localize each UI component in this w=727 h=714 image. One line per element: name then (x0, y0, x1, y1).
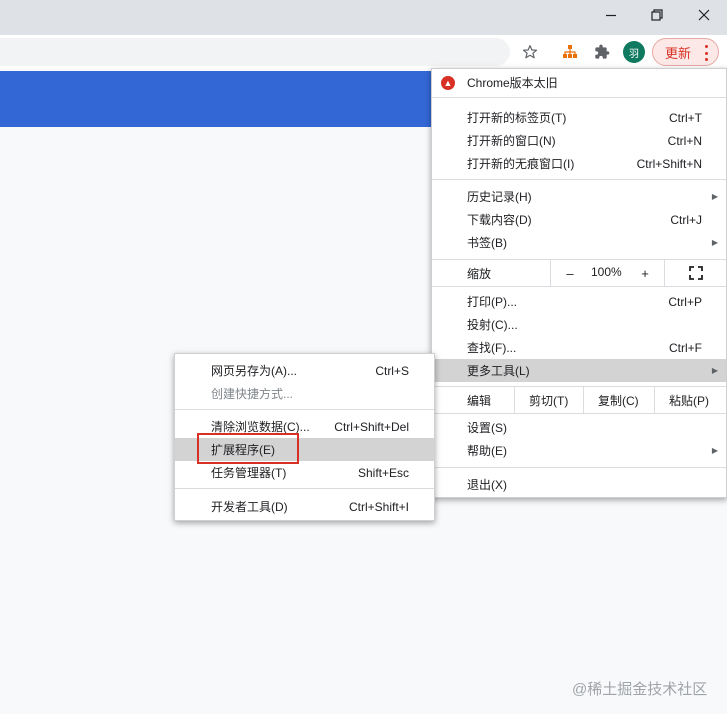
menu-item-label: 查找(F)... (467, 341, 517, 355)
menu-item-more-tools[interactable]: 更多工具(L) ▶ (432, 359, 726, 382)
menu-item-exit[interactable]: 退出(X) (432, 473, 726, 496)
close-window-button[interactable] (681, 0, 727, 30)
close-icon (698, 9, 710, 21)
menu-item-update-chrome[interactable]: ▲ Chrome版本太旧 (432, 71, 726, 94)
puzzle-extensions-icon (595, 44, 610, 59)
restore-button[interactable] (634, 0, 680, 30)
menu-divider (175, 409, 434, 410)
menu-item-label: 退出(X) (467, 478, 507, 492)
menu-item-label: 任务管理器(T) (211, 466, 287, 480)
submenu-arrow-icon: ▶ (711, 366, 718, 375)
submenu-arrow-icon: ▶ (711, 192, 718, 201)
menu-item-label: 帮助(E) (467, 444, 507, 458)
menu-item-label: 打开新的窗口(N) (467, 134, 556, 148)
paste-button[interactable]: 粘贴(P) (669, 392, 709, 409)
menu-divider (432, 179, 726, 180)
kebab-menu-icon (705, 45, 709, 61)
edit-label: 编辑 (467, 394, 492, 408)
menu-item-shortcut: Shift+Esc (357, 465, 409, 480)
menu-item-shortcut: Ctrl+S (375, 363, 409, 378)
menu-item-incognito-window[interactable]: 打开新的无痕窗口(I) Ctrl+Shift+N (432, 152, 726, 175)
update-arrow-icon: ▲ (441, 75, 455, 90)
menu-divider (175, 488, 434, 489)
menu-item-shortcut: Ctrl+F (669, 340, 702, 355)
browser-toolbar: 羽 更新 (0, 35, 727, 69)
menu-item-label: 打开新的无痕窗口(I) (467, 157, 575, 171)
cut-button[interactable]: 剪切(T) (529, 392, 568, 409)
extension-icon (563, 45, 577, 58)
edit-divider (583, 387, 584, 413)
menu-item-label: 历史记录(H) (467, 190, 532, 204)
menu-divider (432, 413, 726, 414)
menu-item-print[interactable]: 打印(P)... Ctrl+P (432, 290, 726, 313)
menu-item-label: 设置(S) (467, 421, 507, 435)
menu-item-label: 打印(P)... (467, 295, 517, 309)
watermark: @稀土掘金技术社区 (572, 681, 708, 698)
menu-item-new-window[interactable]: 打开新的窗口(N) Ctrl+N (432, 129, 726, 152)
menu-item-label: 投射(C)... (467, 318, 518, 332)
restore-icon (651, 9, 663, 21)
highlight-annotation-box (197, 433, 299, 464)
menu-item-label: 网页另存为(A)... (211, 364, 297, 378)
zoom-divider (550, 260, 551, 286)
menu-item-downloads[interactable]: 下载内容(D) Ctrl+J (432, 208, 726, 231)
update-button[interactable]: 更新 (652, 38, 719, 66)
profile-avatar[interactable]: 羽 (623, 41, 645, 63)
menu-divider (432, 97, 726, 98)
bookmark-star-button[interactable] (518, 40, 542, 64)
menu-item-shortcut: Ctrl+Shift+Del (334, 419, 409, 434)
menu-item-help[interactable]: 帮助(E) ▶ (432, 439, 726, 462)
menu-item-label: 书签(B) (467, 236, 507, 250)
extension-button[interactable] (558, 40, 582, 64)
submenu-arrow-icon: ▶ (711, 446, 718, 455)
menu-item-label: Chrome版本太旧 (467, 76, 558, 90)
menu-item-new-tab[interactable]: 打开新的标签页(T) Ctrl+T (432, 106, 726, 129)
zoom-label: 缩放 (467, 267, 492, 281)
menu-zoom-row: 缩放 – 100% + (432, 260, 726, 286)
zoom-out-button[interactable]: – (561, 264, 579, 282)
submenu-item-developer-tools[interactable]: 开发者工具(D) Ctrl+Shift+I (175, 495, 434, 518)
copy-button[interactable]: 复制(C) (598, 392, 639, 409)
menu-item-shortcut: Ctrl+N (667, 133, 702, 148)
edit-divider (654, 387, 655, 413)
address-bar[interactable] (0, 38, 510, 66)
menu-item-shortcut: Ctrl+Shift+N (636, 156, 702, 171)
page-header-banner (0, 71, 435, 127)
zoom-divider (664, 260, 665, 286)
minimize-icon (606, 14, 616, 17)
submenu-item-task-manager[interactable]: 任务管理器(T) Shift+Esc (175, 461, 434, 484)
menu-item-label: 创建快捷方式... (211, 387, 294, 401)
menu-item-find[interactable]: 查找(F)... Ctrl+F (432, 336, 726, 359)
menu-item-cast[interactable]: 投射(C)... (432, 313, 726, 336)
menu-item-bookmarks[interactable]: 书签(B) ▶ (432, 231, 726, 254)
submenu-arrow-icon: ▶ (711, 238, 718, 247)
menu-edit-row: 编辑 剪切(T) 复制(C) 粘贴(P) (432, 387, 726, 413)
bookmark-star-icon (522, 45, 538, 59)
update-button-label: 更新 (665, 45, 692, 61)
menu-item-settings[interactable]: 设置(S) (432, 416, 726, 439)
window-title-bar (0, 0, 727, 35)
zoom-in-button[interactable]: + (636, 264, 654, 282)
menu-item-label: 打开新的标签页(T) (467, 111, 567, 125)
submenu-item-create-shortcut[interactable]: 创建快捷方式... (175, 382, 434, 405)
menu-item-history[interactable]: 历史记录(H) ▶ (432, 185, 726, 208)
zoom-level: 100% (591, 265, 622, 279)
menu-divider (432, 467, 726, 468)
menu-item-label: 下载内容(D) (467, 213, 532, 227)
menu-item-shortcut: Ctrl+P (668, 294, 702, 309)
chrome-main-menu: ▲ Chrome版本太旧 打开新的标签页(T) Ctrl+T 打开新的窗口(N)… (431, 68, 727, 498)
menu-item-shortcut: Ctrl+Shift+I (348, 499, 409, 514)
edit-divider (514, 387, 515, 413)
submenu-item-save-page[interactable]: 网页另存为(A)... Ctrl+S (175, 359, 434, 382)
menu-item-label: 更多工具(L) (467, 364, 530, 378)
minimize-button[interactable] (588, 0, 634, 30)
menu-item-shortcut: Ctrl+J (670, 212, 702, 227)
menu-divider (432, 286, 726, 287)
extensions-menu-button[interactable] (590, 40, 614, 64)
menu-item-shortcut: Ctrl+T (669, 110, 702, 125)
menu-item-label: 开发者工具(D) (211, 500, 288, 514)
fullscreen-icon[interactable] (689, 266, 703, 280)
